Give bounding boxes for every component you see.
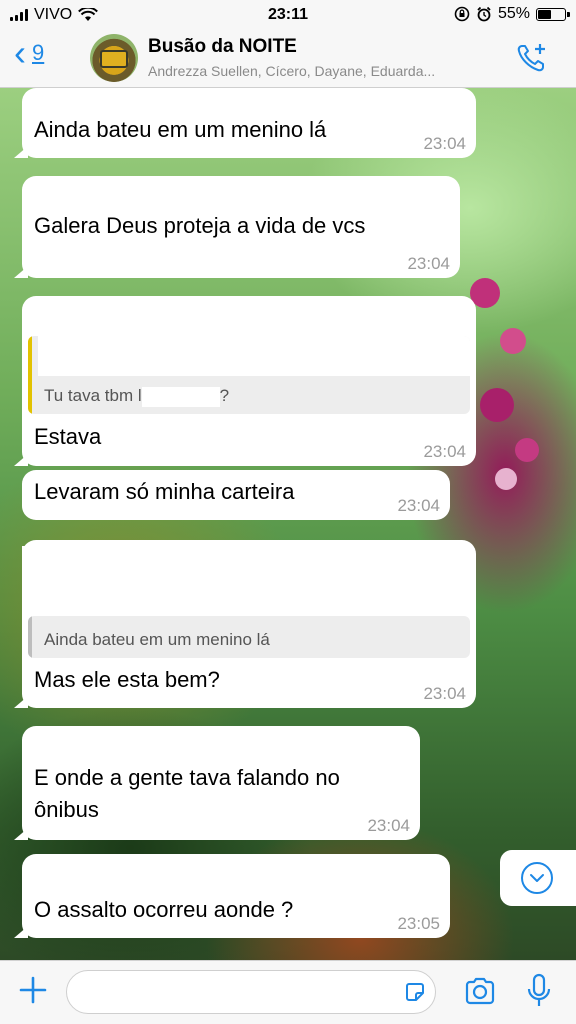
add-call-icon[interactable] bbox=[514, 40, 550, 76]
redacted-name bbox=[141, 386, 220, 407]
redacted-author bbox=[22, 546, 470, 622]
message-bubble[interactable]: E onde a gente tava falando no ônibus 23… bbox=[14, 726, 420, 840]
chevron-down-icon bbox=[521, 862, 553, 894]
unread-count: 9 bbox=[32, 40, 45, 65]
microphone-icon[interactable] bbox=[526, 973, 552, 1009]
chat-header: ‹ 9 Busão da NOITE Andrezza Suellen, Cíc… bbox=[0, 30, 576, 88]
quoted-text: Tu tava tbm l? bbox=[44, 380, 229, 412]
quoted-message[interactable]: Tu tava tbm l? bbox=[28, 336, 470, 414]
bubble-tail bbox=[14, 266, 28, 278]
message-time: 23:04 bbox=[397, 496, 440, 515]
wallpaper-flower bbox=[515, 438, 539, 462]
status-bar-right: 55% bbox=[454, 5, 570, 23]
status-bar: VIVO 23:11 55% bbox=[0, 0, 576, 30]
scroll-to-bottom-button[interactable] bbox=[500, 850, 576, 906]
message-bubble[interactable]: Galera Deus proteja a vida de vcs 23:04 bbox=[14, 176, 460, 278]
message-time: 23:04 bbox=[423, 442, 466, 461]
message-bubble[interactable]: Ainda bateu em um menino lá 23:04 bbox=[14, 88, 476, 158]
message-time: 23:04 bbox=[423, 134, 466, 153]
back-button[interactable]: ‹ 9 bbox=[14, 32, 45, 73]
wallpaper-flower bbox=[500, 328, 526, 354]
bubble-tail bbox=[14, 828, 28, 840]
message-text: O assalto ocorreu aonde ? bbox=[34, 897, 294, 922]
wallpaper-flower bbox=[495, 468, 517, 490]
sticker-icon[interactable] bbox=[403, 980, 427, 1004]
quoted-text: Ainda bateu em um menino lá bbox=[44, 630, 270, 649]
chat-title[interactable]: Busão da NOITE bbox=[148, 36, 297, 58]
group-avatar[interactable] bbox=[90, 34, 138, 82]
quoted-text-start: Tu tava tbm l bbox=[44, 386, 142, 405]
bubble-tail bbox=[14, 696, 28, 708]
message-text: Mas ele esta bem? bbox=[34, 667, 220, 692]
quoted-message[interactable]: Ainda bateu em um menino lá bbox=[28, 616, 470, 658]
message-text: Ainda bateu em um menino lá bbox=[34, 117, 327, 142]
alarm-icon bbox=[477, 6, 491, 22]
message-time: 23:04 bbox=[423, 684, 466, 703]
message-time: 23:05 bbox=[397, 914, 440, 933]
message-bubble[interactable]: O assalto ocorreu aonde ? 23:05 bbox=[14, 854, 450, 938]
camera-icon[interactable] bbox=[464, 977, 496, 1005]
back-chevron-icon: ‹ bbox=[14, 32, 26, 73]
message-text: ônibus bbox=[34, 797, 99, 822]
message-input[interactable] bbox=[66, 970, 436, 1014]
bubble-tail bbox=[14, 454, 28, 466]
bubble-tail bbox=[14, 146, 28, 158]
message-bubble[interactable]: Levaram só minha carteira 23:04 bbox=[22, 470, 450, 520]
message-input-bar bbox=[0, 960, 576, 1024]
message-time: 23:04 bbox=[407, 254, 450, 273]
bubble-tail bbox=[14, 926, 28, 938]
battery-percent: 55% bbox=[497, 5, 530, 22]
bus-icon bbox=[100, 50, 128, 68]
message-bubble[interactable]: Ainda bateu em um menino lá Mas ele esta… bbox=[14, 540, 476, 708]
quoted-text-end: ? bbox=[219, 386, 230, 405]
message-text: Levaram só minha carteira bbox=[34, 479, 295, 504]
battery-fill bbox=[538, 9, 551, 19]
message-time: 23:04 bbox=[367, 816, 410, 835]
message-bubble[interactable]: Tu tava tbm l? Estava 23:04 bbox=[14, 296, 476, 466]
quote-bar bbox=[28, 336, 32, 414]
message-text: Estava bbox=[34, 424, 102, 449]
message-text: E onde a gente tava falando no bbox=[34, 765, 340, 790]
message-text: Galera Deus proteja a vida de vcs bbox=[34, 213, 366, 238]
plus-icon[interactable] bbox=[18, 975, 48, 1005]
lock-rotation-icon bbox=[454, 6, 470, 22]
quote-bar bbox=[28, 616, 32, 658]
chat-participants[interactable]: Andrezza Suellen, Cícero, Dayane, Eduard… bbox=[148, 63, 508, 79]
wallpaper-flower bbox=[480, 388, 514, 422]
battery-icon bbox=[536, 7, 570, 21]
redacted-author bbox=[38, 336, 470, 376]
